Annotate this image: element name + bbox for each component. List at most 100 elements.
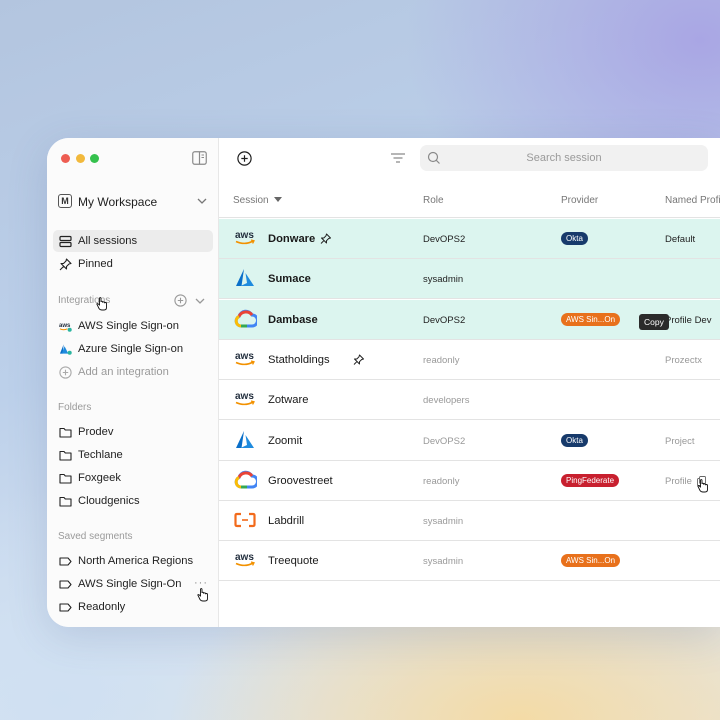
window-minimize-button[interactable]: [76, 154, 85, 163]
column-header-named-profile[interactable]: Named Profile: [665, 195, 720, 206]
named-profile: Default: [665, 234, 696, 245]
column-header-session[interactable]: Session: [233, 195, 282, 206]
session-name: Zoomit: [268, 434, 303, 447]
session-name: Sumace: [268, 273, 311, 286]
main-panel: Session Role Provider Named Profile aws D…: [219, 138, 720, 627]
add-integration-button[interactable]: Add an integration: [53, 361, 213, 383]
nav-pinned[interactable]: Pinned: [53, 253, 213, 275]
plus-circle-icon[interactable]: [237, 151, 252, 166]
provider-badge: Okta: [561, 232, 588, 245]
session-name: Donware: [268, 233, 316, 245]
segment-label: North America Regions: [78, 555, 194, 567]
provider-badge: PingFederate: [561, 473, 620, 487]
folder-icon: [59, 450, 72, 461]
workspace-selector[interactable]: M My Workspace: [58, 194, 208, 210]
folder-label: Foxgeek: [78, 472, 121, 484]
workspace-badge: M: [58, 194, 72, 208]
aws-logo-icon: aws: [235, 391, 255, 406]
search-icon: [427, 151, 440, 164]
nav-all-sessions[interactable]: All sessions: [53, 230, 213, 252]
integration-item-azure[interactable]: Azure Single Sign-on: [53, 338, 213, 360]
hand-cursor-icon: [96, 297, 107, 311]
segment-item[interactable]: North America Regions: [53, 550, 213, 572]
pin-icon[interactable]: [353, 354, 365, 366]
table-row[interactable]: aws Donware DevOPS2 Okta Default: [219, 219, 720, 259]
folder-label: Prodev: [78, 426, 114, 438]
chevron-down-icon[interactable]: [194, 296, 206, 306]
session-name: Statholdings: [268, 353, 330, 366]
folder-item[interactable]: Foxgeek: [53, 467, 213, 489]
gcp-logo-icon: [234, 470, 257, 489]
column-header-role[interactable]: Role: [423, 195, 444, 206]
window-close-button[interactable]: [61, 154, 70, 163]
segment-tag-icon: [59, 557, 72, 566]
named-profile: Profile Dev: [665, 314, 712, 326]
plus-circle-icon[interactable]: [174, 294, 187, 307]
segment-tag-icon: [59, 603, 72, 612]
session-name: Labdrill: [268, 515, 305, 528]
pin-icon[interactable]: [320, 233, 331, 245]
table-row[interactable]: Zoomit DevOPS2 Okta Project: [219, 421, 720, 461]
session-role: DevOPS2: [423, 435, 466, 447]
aws-logo-icon: aws: [235, 230, 255, 245]
sort-caret-icon: [273, 196, 282, 202]
window-zoom-button[interactable]: [90, 154, 99, 163]
segment-item[interactable]: AWS Single Sign-On: [53, 573, 213, 595]
column-header-label: Session: [233, 195, 269, 206]
table-header: Session Role Provider Named Profile: [219, 178, 720, 218]
nav-pinned-label: Pinned: [78, 258, 113, 270]
table-row[interactable]: Labdrill sysadmin: [219, 501, 720, 542]
column-header-provider[interactable]: Provider: [561, 195, 598, 206]
aws-sso-icon: aws: [59, 323, 72, 332]
table-row[interactable]: aws Treequote sysadmin AWS Sin...On: [219, 541, 720, 582]
session-role: sysadmin: [423, 274, 464, 286]
session-name: Treequote: [268, 555, 319, 568]
segment-item[interactable]: Readonly: [53, 596, 213, 618]
folders-title: Folders: [58, 402, 92, 413]
sessions-stack-icon: [59, 235, 72, 248]
segment-tag-icon: [59, 580, 72, 589]
session-role: readonly: [423, 354, 460, 366]
session-role: DevOPS2: [423, 234, 466, 245]
named-profile: Project: [665, 435, 695, 447]
search-box[interactable]: [420, 145, 708, 171]
hand-cursor-icon: [197, 588, 208, 602]
session-role: developers: [423, 395, 470, 407]
aws-logo-icon: aws: [235, 351, 255, 366]
folder-icon: [59, 473, 72, 484]
folder-icon: [59, 427, 72, 438]
provider-badge: AWS Sin...On: [561, 554, 621, 568]
app-window: M My Workspace All sessions Pinned Integ…: [47, 138, 720, 627]
session-role: DevOPS2: [423, 314, 466, 326]
segment-label: AWS Single Sign-On: [78, 578, 182, 590]
folder-item[interactable]: Cloudgenics: [53, 490, 213, 512]
filter-icon[interactable]: [390, 152, 406, 164]
copy-tooltip: Copy: [639, 314, 669, 330]
session-role: sysadmin: [423, 556, 464, 568]
search-input[interactable]: [444, 145, 684, 171]
alibaba-logo-icon: [234, 512, 256, 528]
provider-badge: Okta: [561, 433, 588, 447]
integration-label: Azure Single Sign-on: [78, 343, 184, 355]
table-row[interactable]: aws Statholdings readonly Prozectx: [219, 340, 720, 380]
table-row[interactable]: Sumace sysadmin: [219, 259, 720, 300]
folder-item[interactable]: Prodev: [53, 421, 213, 443]
folder-icon: [59, 496, 72, 507]
svg-text:aws: aws: [235, 351, 254, 362]
folder-item[interactable]: Techlane: [53, 444, 213, 466]
session-name: Groovestreet: [268, 474, 333, 487]
azure-sso-icon: [59, 344, 72, 355]
session-role: readonly: [423, 475, 460, 487]
azure-logo-icon: [236, 430, 254, 448]
add-integration-label: Add an integration: [78, 366, 169, 378]
hand-cursor-icon: [697, 479, 708, 493]
integration-label: AWS Single Sign-on: [78, 320, 179, 332]
folder-label: Cloudgenics: [78, 495, 140, 507]
session-name: Dambase: [268, 313, 318, 326]
integration-item-aws[interactable]: aws AWS Single Sign-on: [53, 315, 213, 337]
named-profile: Profile: [665, 475, 692, 487]
panel-toggle-icon[interactable]: [192, 151, 207, 165]
table-row[interactable]: Groovestreet readonly PingFederate Profile: [219, 461, 720, 501]
saved-segments-title: Saved segments: [58, 531, 133, 542]
table-row[interactable]: aws Zotware developers: [219, 380, 720, 421]
